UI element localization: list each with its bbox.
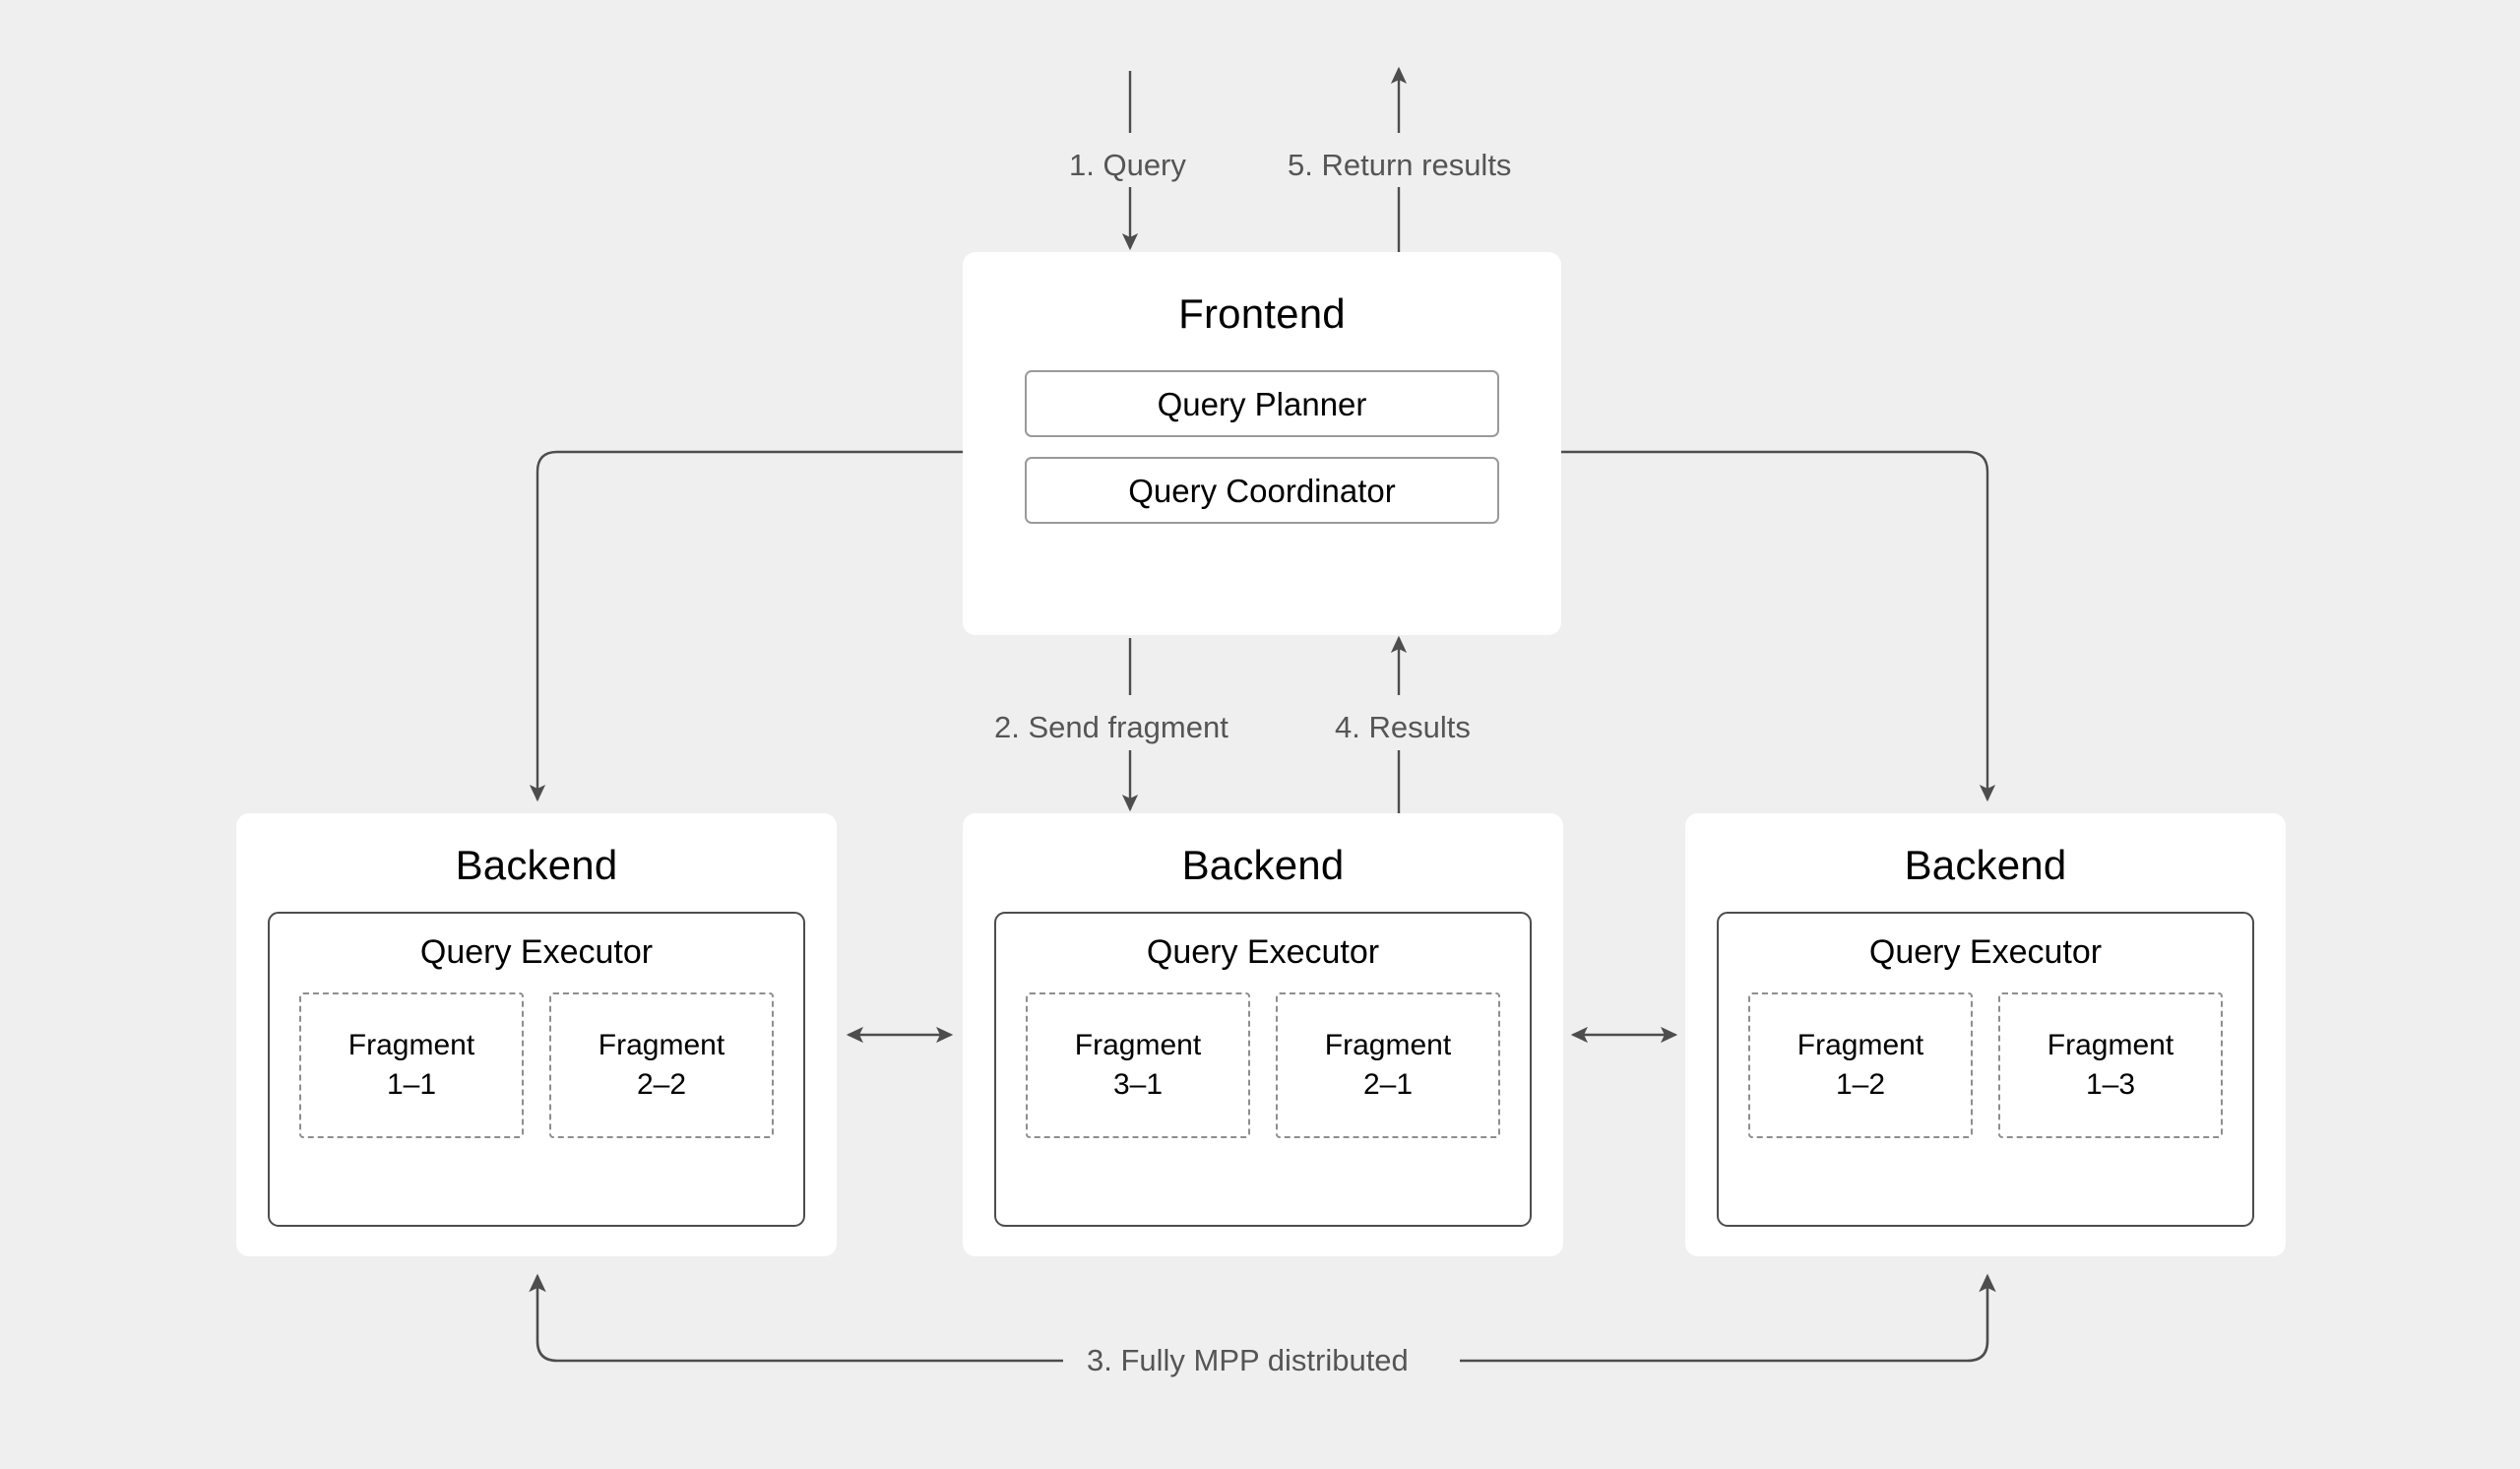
- edge-frontend-to-right-backend: [1561, 450, 1996, 802]
- fragment-list: Fragment 3–1 Fragment 2–1: [996, 992, 1530, 1138]
- edge-label-results: 4. Results: [1335, 710, 1471, 744]
- fragment-name: Fragment: [1074, 1028, 1202, 1061]
- edge-label-query: 1. Query: [1069, 148, 1186, 182]
- query-executor-title: Query Executor: [1146, 933, 1380, 971]
- fragment-id: 1–1: [386, 1068, 437, 1101]
- backend-title: Backend: [455, 842, 618, 888]
- fragment-list: Fragment 1–1 Fragment 2–2: [270, 992, 803, 1138]
- fragment-box[interactable]: Fragment 1–2: [1748, 992, 1973, 1138]
- query-executor-box[interactable]: Query Executor Fragment 3–1 Fragment 2–1: [994, 912, 1532, 1227]
- fragment-id: 2–2: [636, 1068, 687, 1101]
- fragment-box[interactable]: Fragment 2–2: [549, 992, 774, 1138]
- query-executor-title: Query Executor: [419, 933, 654, 971]
- query-coordinator-box[interactable]: Query Coordinator: [1025, 457, 1499, 524]
- frontend-title: Frontend: [1178, 290, 1346, 337]
- fragment-id: 1–3: [2085, 1068, 2136, 1101]
- fragment-box[interactable]: Fragment 2–1: [1276, 992, 1500, 1138]
- edge-frontend-to-left-backend: [529, 450, 963, 802]
- backend-title: Backend: [1904, 842, 2067, 888]
- fragment-id: 1–2: [1835, 1068, 1886, 1101]
- edge-label-return-results: 5. Return results: [1288, 148, 1512, 182]
- fragment-box[interactable]: Fragment 3–1: [1026, 992, 1250, 1138]
- fragment-name: Fragment: [598, 1028, 725, 1061]
- query-executor-box[interactable]: Query Executor Fragment 1–1 Fragment 2–2: [268, 912, 805, 1227]
- query-executor-box[interactable]: Query Executor Fragment 1–2 Fragment 1–3: [1717, 912, 2254, 1227]
- fragment-box[interactable]: Fragment 1–3: [1998, 992, 2223, 1138]
- fragment-name: Fragment: [1796, 1028, 1924, 1061]
- diagram-canvas: Frontend Query Planner Query Coordinator…: [0, 0, 2520, 1469]
- query-planner-label: Query Planner: [1157, 385, 1367, 422]
- frontend-node[interactable]: Frontend Query Planner Query Coordinator: [963, 252, 1561, 635]
- fragment-id: 2–1: [1362, 1068, 1414, 1101]
- fragment-name: Fragment: [1324, 1028, 1452, 1061]
- query-planner-box[interactable]: Query Planner: [1025, 370, 1499, 437]
- backend-node-left[interactable]: Backend Query Executor Fragment 1–1 Frag…: [236, 813, 837, 1256]
- backend-node-middle[interactable]: Backend Query Executor Fragment 3–1 Frag…: [963, 813, 1563, 1256]
- edge-label-send-fragment: 2. Send fragment: [994, 710, 1228, 744]
- query-coordinator-label: Query Coordinator: [1128, 472, 1396, 509]
- fragment-id: 3–1: [1112, 1068, 1164, 1101]
- backend-node-right[interactable]: Backend Query Executor Fragment 1–2 Frag…: [1685, 813, 2286, 1256]
- fragment-name: Fragment: [347, 1028, 475, 1061]
- fragment-box[interactable]: Fragment 1–1: [299, 992, 524, 1138]
- query-executor-title: Query Executor: [1868, 933, 2103, 971]
- edge-label-mpp-distributed: 3. Fully MPP distributed: [1075, 1345, 1420, 1375]
- backend-title: Backend: [1181, 842, 1345, 888]
- fragment-list: Fragment 1–2 Fragment 1–3: [1719, 992, 2252, 1138]
- fragment-name: Fragment: [2047, 1028, 2174, 1061]
